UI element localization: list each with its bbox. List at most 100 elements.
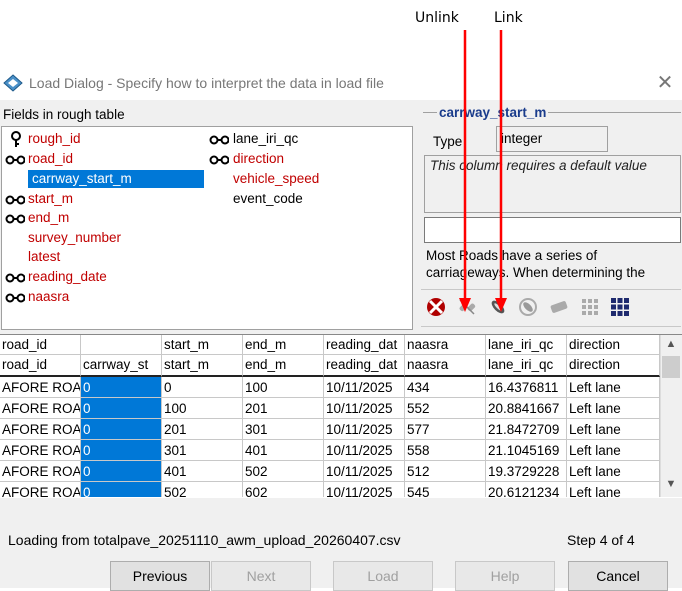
grid-cell[interactable]: 401: [162, 461, 243, 482]
grid-header-cell[interactable]: road_id: [0, 355, 81, 377]
grid-cell[interactable]: 0: [81, 440, 162, 461]
grid-icon[interactable]: [579, 296, 601, 318]
grid-cell[interactable]: 19.3729228: [486, 461, 567, 482]
load-button[interactable]: Load: [333, 561, 433, 591]
grid-cell[interactable]: 502: [243, 461, 324, 482]
grid-header-cell[interactable]: direction: [567, 335, 660, 355]
link-key-icon: [5, 195, 25, 205]
grid-cell[interactable]: 401: [243, 440, 324, 461]
help-button[interactable]: Help: [455, 561, 555, 591]
grid-header-cell[interactable]: naasra: [405, 355, 486, 377]
close-button[interactable]: ✕: [652, 70, 678, 96]
fields-panel-heading: Fields in rough table: [3, 107, 125, 122]
grid-cell[interactable]: 10/11/2025: [324, 398, 405, 419]
grid-cell[interactable]: 512: [405, 461, 486, 482]
grid-cell[interactable]: 301: [243, 419, 324, 440]
grid-cell[interactable]: 16.4376811: [486, 377, 567, 398]
grid-cell[interactable]: AFORE ROAD: [0, 419, 81, 440]
grid-cell[interactable]: 602: [243, 482, 324, 497]
grid-cell[interactable]: 0: [81, 377, 162, 398]
field-start-m[interactable]: start_m: [28, 190, 73, 208]
field-lane-iri-qc[interactable]: lane_iri_qc: [233, 130, 298, 148]
field-end-m[interactable]: end_m: [28, 209, 69, 227]
grid-cell[interactable]: 545: [405, 482, 486, 497]
grid-header-cell[interactable]: start_m: [162, 355, 243, 377]
grid-cell[interactable]: 21.8472709: [486, 419, 567, 440]
field-direction[interactable]: direction: [233, 150, 284, 168]
field-road-id[interactable]: road_id: [28, 150, 73, 168]
grid-cell[interactable]: 502: [162, 482, 243, 497]
grid-header-cell[interactable]: lane_iri_qc: [486, 335, 567, 355]
field-carrway-start-m[interactable]: carrway_start_m: [28, 170, 204, 188]
grid-cell[interactable]: 20.6121234: [486, 482, 567, 497]
grid-cell[interactable]: Left lane: [567, 377, 660, 398]
grid-header-cell[interactable]: end_m: [243, 335, 324, 355]
grid-cell[interactable]: AFORE ROAD: [0, 461, 81, 482]
grid-header-cell[interactable]: lane_iri_qc: [486, 355, 567, 377]
link-key-icon: [209, 135, 229, 145]
field-event-code[interactable]: event_code: [233, 190, 303, 208]
grid-cell[interactable]: 434: [405, 377, 486, 398]
field-rough-id[interactable]: rough_id: [28, 130, 81, 148]
grid-cell[interactable]: 10/11/2025: [324, 377, 405, 398]
link-key-icon: [5, 155, 25, 165]
eraser-icon[interactable]: [548, 296, 570, 318]
grid-cell[interactable]: 20.8841667: [486, 398, 567, 419]
next-button[interactable]: Next: [211, 561, 311, 591]
link-annotation: Link: [494, 10, 523, 26]
annotation-arrows: [459, 30, 507, 312]
field-vehicle-speed[interactable]: vehicle_speed: [233, 170, 319, 188]
grid-header-cell[interactable]: carrway_st: [81, 355, 162, 377]
grid-cell[interactable]: 10/11/2025: [324, 482, 405, 497]
grid-cell[interactable]: 577: [405, 419, 486, 440]
cancel-button[interactable]: Cancel: [568, 561, 668, 591]
grid-cell[interactable]: 0: [81, 461, 162, 482]
grid-cell[interactable]: Left lane: [567, 398, 660, 419]
grid-header-cell[interactable]: start_m: [162, 335, 243, 355]
grid-cell[interactable]: AFORE ROAD: [0, 440, 81, 461]
grid-cell[interactable]: 558: [405, 440, 486, 461]
grid-cell[interactable]: 10/11/2025: [324, 419, 405, 440]
table-icon[interactable]: [609, 296, 631, 318]
grid-header-cell[interactable]: reading_dat: [324, 355, 405, 377]
grid-cell[interactable]: Left lane: [567, 461, 660, 482]
grid-cell[interactable]: 301: [162, 440, 243, 461]
grid-header-cell[interactable]: direction: [567, 355, 660, 377]
grid-cell[interactable]: AFORE ROAD: [0, 482, 81, 497]
grid-cell[interactable]: 0: [162, 377, 243, 398]
grid-cell[interactable]: Left lane: [567, 482, 660, 497]
field-latest[interactable]: latest: [28, 248, 60, 266]
reset-icon[interactable]: [425, 296, 447, 318]
link-key-icon: [5, 214, 25, 224]
grid-cell[interactable]: Left lane: [567, 440, 660, 461]
grid-header-cell[interactable]: road_id: [0, 335, 81, 355]
grid-header-cell[interactable]: end_m: [243, 355, 324, 377]
grid-cell[interactable]: 201: [243, 398, 324, 419]
grid-cell[interactable]: 10/11/2025: [324, 461, 405, 482]
grid-cell[interactable]: 201: [162, 419, 243, 440]
grid-cell[interactable]: 552: [405, 398, 486, 419]
auto-link-icon[interactable]: [517, 296, 539, 318]
grid-header-cell[interactable]: naasra: [405, 335, 486, 355]
grid-cell[interactable]: AFORE ROAD: [0, 398, 81, 419]
window-title: Load Dialog - Specify how to interpret t…: [29, 75, 384, 91]
grid-cell[interactable]: 21.1045169: [486, 440, 567, 461]
grid-cell[interactable]: 10/11/2025: [324, 440, 405, 461]
grid-cell[interactable]: Left lane: [567, 419, 660, 440]
scroll-down-icon[interactable]: ▼: [663, 478, 679, 492]
field-naasra[interactable]: naasra: [28, 288, 69, 306]
field-reading-date[interactable]: reading_date: [28, 268, 107, 286]
grid-header-cell[interactable]: reading_dat: [324, 335, 405, 355]
grid-cell[interactable]: 0: [81, 419, 162, 440]
grid-cell[interactable]: 0: [81, 482, 162, 497]
grid-cell[interactable]: 100: [243, 377, 324, 398]
grid-cell[interactable]: 100: [162, 398, 243, 419]
scrollbar-thumb[interactable]: [662, 356, 680, 378]
grid-cell[interactable]: AFORE ROAD: [0, 377, 81, 398]
loading-status: Loading from totalpave_20251110_awm_uplo…: [8, 532, 401, 548]
field-survey-number[interactable]: survey_number: [28, 229, 121, 247]
scroll-up-icon[interactable]: ▲: [663, 338, 679, 352]
grid-cell[interactable]: 0: [81, 398, 162, 419]
previous-button[interactable]: Previous: [110, 561, 210, 591]
grid-header-cell[interactable]: [81, 335, 162, 355]
